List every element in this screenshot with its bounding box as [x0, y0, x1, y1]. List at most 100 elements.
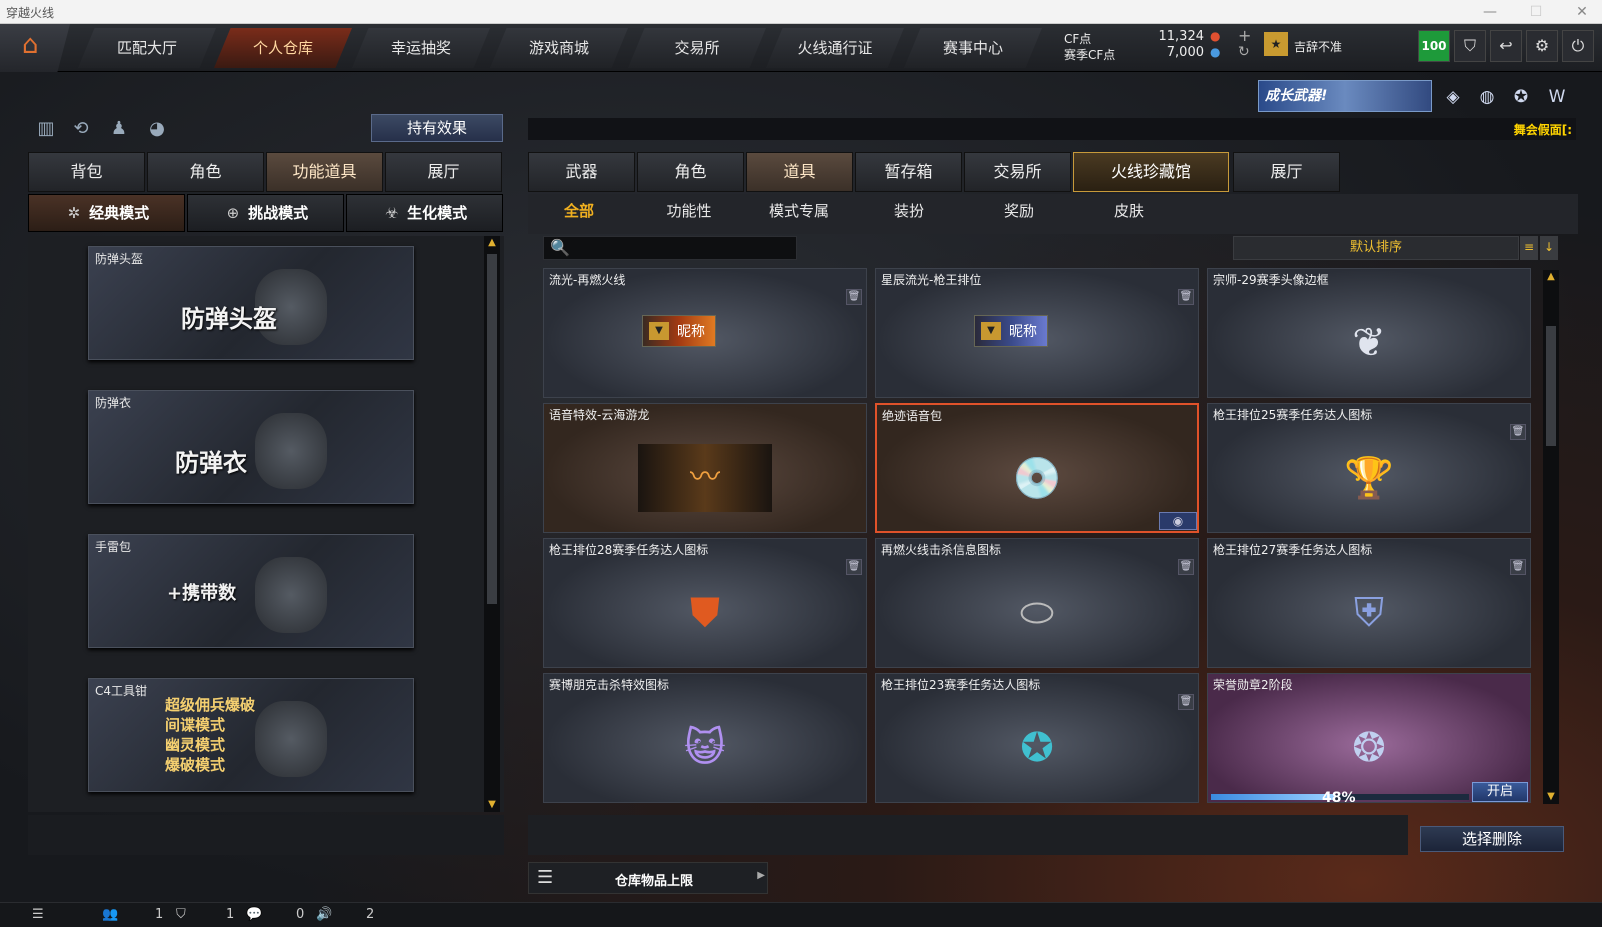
character-icon[interactable]: ♟: [106, 116, 132, 142]
scroll-down-icon[interactable]: ▼: [484, 798, 500, 812]
close-icon[interactable]: ✕: [1572, 2, 1592, 22]
item-card-selected[interactable]: 绝迹语音包 💿: [875, 403, 1199, 533]
speaker-icon[interactable]: 🔊: [316, 907, 332, 922]
nav-tab-events[interactable]: 赛事中心: [904, 28, 1042, 68]
left-item-list: 防弹头盔 防弹头盔 防弹衣 防弹衣 手雷包 +携带数 C4工具钳 超级佣兵爆破 …: [28, 236, 504, 812]
left-scrollbar[interactable]: ▲ ▼: [484, 236, 500, 812]
item-card[interactable]: 语音特效-云海游龙 〰: [543, 403, 867, 533]
nav-tab-lobby[interactable]: 匹配大厅: [78, 28, 216, 68]
trash-icon[interactable]: 🗑: [1178, 694, 1194, 710]
tab-function-items[interactable]: 功能道具: [266, 152, 383, 192]
stats-icon[interactable]: ▥: [33, 116, 59, 142]
tab-roles[interactable]: 角色: [637, 152, 744, 192]
tab-role[interactable]: 角色: [147, 152, 264, 192]
subtab-functional[interactable]: 功能性: [644, 200, 734, 221]
sort-select[interactable]: 默认排序: [1233, 236, 1519, 260]
trash-icon[interactable]: 🗑: [1510, 559, 1526, 575]
item-card[interactable]: 枪王排位27赛季任务达人图标 🗑 ⛨: [1207, 538, 1531, 668]
globe-icon[interactable]: ◍: [1474, 84, 1500, 110]
trash-icon[interactable]: 🗑: [1178, 289, 1194, 305]
tab-showroom[interactable]: 展厅: [385, 152, 502, 192]
mode-classic[interactable]: ✲ 经典模式: [28, 194, 185, 232]
trash-icon[interactable]: 🗑: [1510, 424, 1526, 440]
shield-icon[interactable]: ⛉: [1454, 30, 1486, 62]
gear-icon[interactable]: ⚙: [1526, 30, 1558, 62]
item-label: 防弹衣: [95, 396, 132, 410]
list-item-helmet[interactable]: 防弹头盔 防弹头盔: [88, 246, 414, 360]
sort-order-icon[interactable]: ↓: [1540, 236, 1558, 260]
tab-weapons[interactable]: 武器: [528, 152, 635, 192]
menu-icon[interactable]: ☰: [32, 907, 44, 922]
list-item-grenade-pack[interactable]: 手雷包 +携带数: [88, 534, 414, 648]
item-card[interactable]: 赛博朋克击杀特效图标 😺: [543, 673, 867, 803]
grid-scrollbar[interactable]: ▲ ▼: [1543, 270, 1559, 804]
subtab-reward[interactable]: 奖励: [974, 200, 1064, 221]
username[interactable]: 吉辞不准: [1294, 38, 1342, 55]
effect-button[interactable]: 持有效果: [371, 114, 503, 142]
chat-icon[interactable]: 💬: [246, 907, 262, 922]
trash-icon[interactable]: 🗑: [1178, 559, 1194, 575]
home-button[interactable]: ⌂: [0, 24, 70, 72]
tab-hall[interactable]: 展厅: [1233, 152, 1340, 192]
add-cf-icon[interactable]: +: [1238, 26, 1251, 45]
grenade-icon[interactable]: ◕: [144, 116, 170, 142]
open-button[interactable]: 开启: [1472, 782, 1528, 802]
mode-challenge[interactable]: ⊕ 挑战模式: [187, 194, 344, 232]
subtab-skin[interactable]: 皮肤: [1084, 200, 1174, 221]
nav-tab-lottery[interactable]: 幸运抽奖: [352, 28, 490, 68]
c4-mode-line: 超级佣兵爆破: [165, 696, 256, 714]
subtab-decor[interactable]: 装扮: [864, 200, 954, 221]
scroll-down-icon[interactable]: ▼: [1543, 790, 1559, 804]
tab-backpack[interactable]: 背包: [28, 152, 145, 192]
scroll-thumb[interactable]: [487, 254, 497, 604]
refresh-icon[interactable]: ↻: [1238, 44, 1250, 60]
item-card[interactable]: 宗师-29赛季头像边框 ❦: [1207, 268, 1531, 398]
promo-banner[interactable]: 成长武器!: [1258, 80, 1432, 112]
item-card[interactable]: 枪王排位28赛季任务达人图标 🗑 ⛊: [543, 538, 867, 668]
nav-tab-pass[interactable]: 火线通行证: [766, 28, 904, 68]
maximize-icon[interactable]: ☐: [1526, 2, 1546, 22]
list-item-vest[interactable]: 防弹衣 防弹衣: [88, 390, 414, 504]
search-input[interactable]: 🔍: [543, 236, 797, 260]
medal-icon[interactable]: ✪: [1508, 84, 1534, 110]
item-card[interactable]: 再燃火线击杀信息图标 🗑 ⬭: [875, 538, 1199, 668]
item-card[interactable]: 星辰流光-枪王排位 🗑 ▼ 昵称: [875, 268, 1199, 398]
item-card[interactable]: 枪王排位23赛季任务达人图标 🗑 ✪: [875, 673, 1199, 803]
select-delete-button[interactable]: 选择删除: [1420, 826, 1564, 852]
trash-icon[interactable]: 🗑: [846, 289, 862, 305]
trash-icon[interactable]: 🗑: [846, 559, 862, 575]
list-item-c4-tool[interactable]: C4工具钳 超级佣兵爆破 间谍模式 幽灵模式 爆破模式: [88, 678, 414, 792]
history-icon[interactable]: ⟲: [68, 116, 94, 142]
vip-icon[interactable]: W: [1544, 84, 1570, 110]
minimize-icon[interactable]: —: [1480, 2, 1500, 22]
subtab-all[interactable]: 全部: [534, 200, 624, 221]
item-label: C4工具钳: [95, 684, 148, 698]
scroll-up-icon[interactable]: ▲: [1543, 270, 1559, 284]
cyber-cat-icon: 😺: [684, 725, 726, 772]
scroll-up-icon[interactable]: ▲: [484, 236, 500, 250]
c4-tool-icon: [255, 701, 327, 777]
list-view-icon[interactable]: ≡: [1520, 236, 1538, 260]
voice-play-icon[interactable]: ◉: [1159, 512, 1197, 530]
subtab-mode[interactable]: 模式专属: [754, 200, 844, 221]
tab-exchange[interactable]: 交易所: [964, 152, 1071, 192]
nav-tab-trade[interactable]: 交易所: [628, 28, 766, 68]
friends-icon[interactable]: 👥: [102, 907, 118, 922]
mode-bio[interactable]: ☣ 生化模式: [346, 194, 503, 232]
honor-medal-icon: ❂: [1352, 725, 1386, 772]
badge-icon[interactable]: ◈: [1440, 84, 1466, 110]
tab-props[interactable]: 道具: [746, 152, 853, 192]
tab-storage[interactable]: 暂存箱: [855, 152, 962, 192]
clan-icon[interactable]: ⛉: [176, 907, 186, 922]
return-icon[interactable]: ↩: [1490, 30, 1522, 62]
power-icon[interactable]: ⏻: [1562, 30, 1594, 62]
tab-collection[interactable]: 火线珍藏馆: [1073, 152, 1229, 192]
scroll-thumb[interactable]: [1546, 326, 1556, 446]
capacity-bar[interactable]: ☰ 仓库物品上限 ▶: [528, 862, 768, 894]
card-title: 流光-再燃火线: [549, 273, 626, 287]
trophy-icon: 🏆: [1344, 455, 1394, 502]
item-card[interactable]: 枪王排位25赛季任务达人图标 🗑 🏆: [1207, 403, 1531, 533]
item-card[interactable]: 流光-再燃火线 🗑 ▼ 昵称: [543, 268, 867, 398]
nav-tab-shop[interactable]: 游戏商城: [490, 28, 628, 68]
nav-tab-warehouse[interactable]: 个人仓库: [214, 28, 352, 68]
